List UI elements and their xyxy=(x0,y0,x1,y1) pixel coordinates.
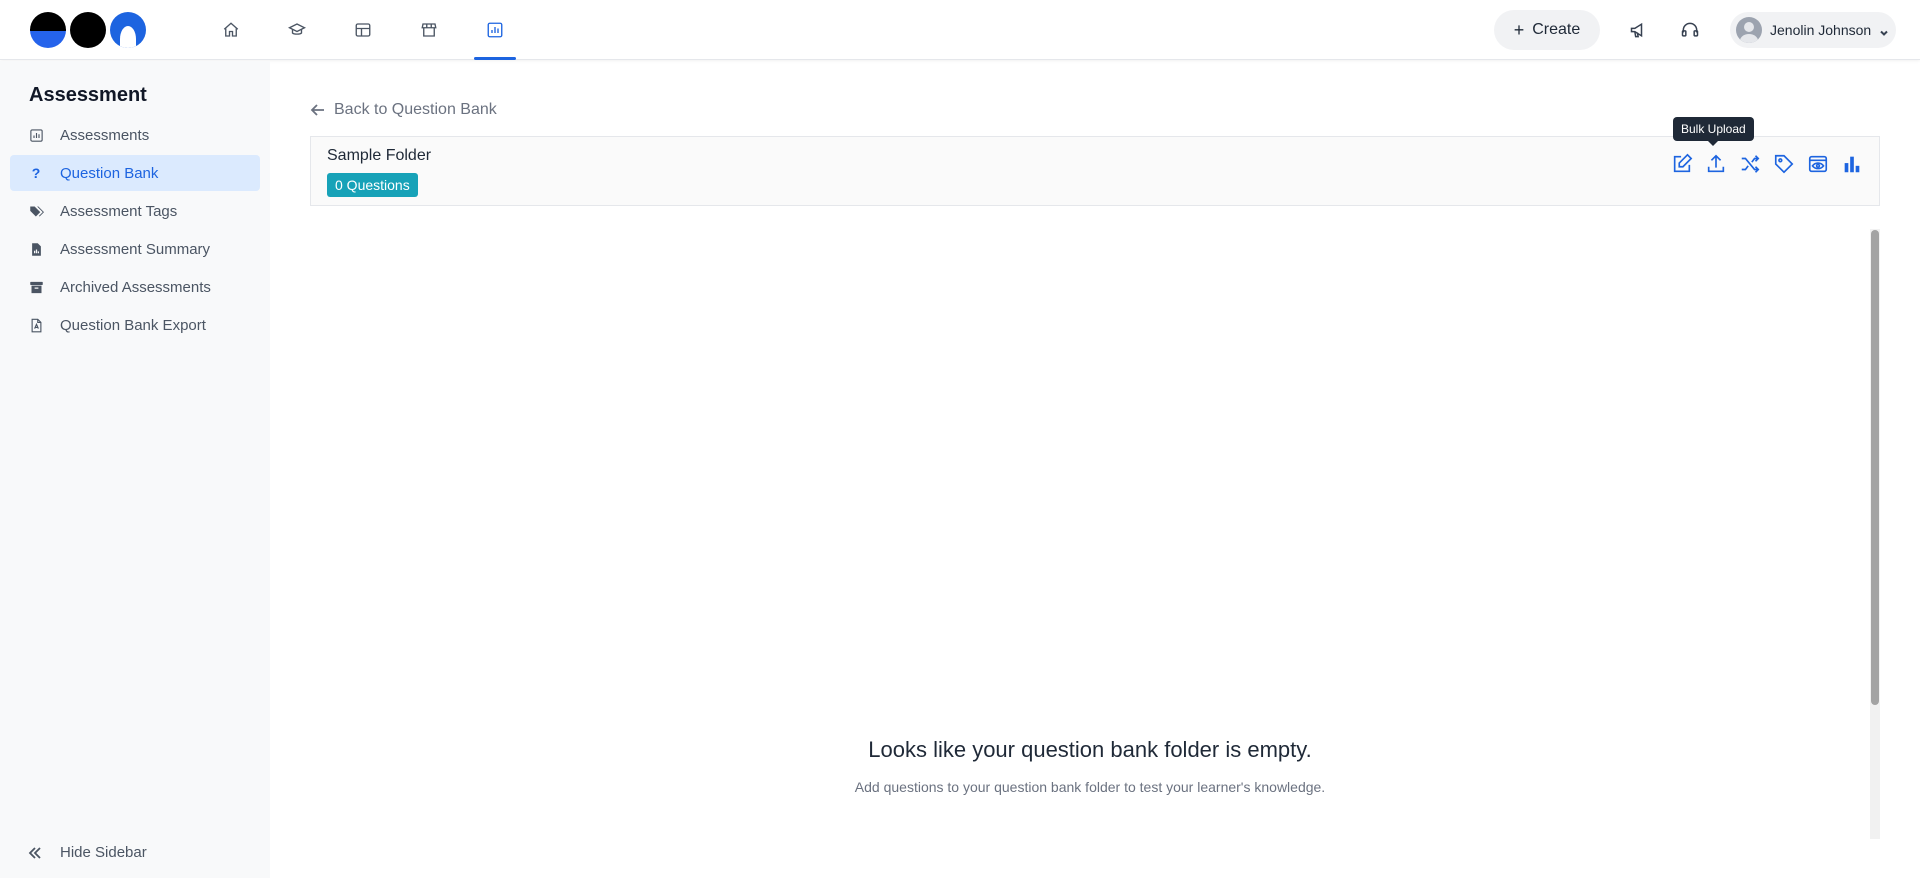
sidebar-item-label: Assessment Summary xyxy=(60,240,211,258)
nav-catalog[interactable] xyxy=(330,0,396,60)
bulk-upload-button[interactable] xyxy=(1699,147,1733,181)
empty-state-subtitle: Add questions to your question bank fold… xyxy=(854,779,1326,795)
chart-square-icon xyxy=(487,22,503,38)
sidebar-title: Assessment xyxy=(29,84,147,106)
top-navigation-bar: + Create Jenolin Johnson xyxy=(0,0,1920,60)
eye-window-icon xyxy=(1808,155,1828,173)
file-pdf-icon xyxy=(28,317,44,333)
edit-icon xyxy=(1673,153,1693,173)
arrow-left-icon xyxy=(310,104,324,116)
layout-icon xyxy=(355,23,371,37)
folder-actions xyxy=(1665,147,1869,181)
store-icon xyxy=(421,23,437,37)
shuffle-icon xyxy=(1741,155,1760,173)
avatar xyxy=(1736,17,1762,43)
sidebar-item-archived-assessments[interactable]: Archived Assessments xyxy=(10,269,260,305)
announcements-button[interactable] xyxy=(1627,18,1651,42)
support-button[interactable] xyxy=(1678,18,1702,42)
hide-sidebar-label: Hide Sidebar xyxy=(60,844,147,861)
sidebar-item-question-bank-export[interactable]: Question Bank Export xyxy=(10,307,260,343)
sidebar-item-label: Archived Assessments xyxy=(60,278,211,296)
create-button[interactable]: + Create xyxy=(1494,10,1600,50)
analytics-button[interactable] xyxy=(1835,147,1869,181)
preview-button[interactable] xyxy=(1801,147,1835,181)
edit-folder-button[interactable] xyxy=(1665,147,1699,181)
upload-icon xyxy=(1707,154,1725,173)
sidebar-item-label: Question Bank xyxy=(60,164,159,182)
back-to-question-bank-link[interactable]: Back to Question Bank xyxy=(310,101,497,119)
chart-icon xyxy=(28,127,44,143)
plus-icon: + xyxy=(1513,20,1525,40)
brand-logo[interactable] xyxy=(30,12,146,48)
sidebar-menu: Assessments ? Question Bank Assessment T… xyxy=(10,117,260,345)
sidebar-item-label: Question Bank Export xyxy=(60,316,206,334)
back-link-label: Back to Question Bank xyxy=(334,101,497,118)
bar-chart-icon xyxy=(1844,156,1860,173)
folder-name: Sample Folder xyxy=(327,147,432,164)
chevron-down-icon xyxy=(1879,25,1889,36)
user-name: Jenolin Johnson xyxy=(1770,22,1872,38)
logo-circle-1 xyxy=(30,12,66,48)
sidebar-item-label: Assessment Tags xyxy=(60,202,178,220)
nav-assessment[interactable] xyxy=(462,0,528,60)
shuffle-button[interactable] xyxy=(1733,147,1767,181)
sidebar-item-assessments[interactable]: Assessments xyxy=(10,117,260,153)
tags-icon xyxy=(28,203,44,219)
home-icon xyxy=(223,22,239,37)
sidebar-item-assessment-summary[interactable]: Assessment Summary xyxy=(10,231,260,267)
logo-circle-3 xyxy=(110,12,146,48)
sidebar-item-label: Assessments xyxy=(60,126,150,144)
double-chevron-left-icon xyxy=(28,846,41,859)
sidebar-item-assessment-tags[interactable]: Assessment Tags xyxy=(10,193,260,229)
bulk-upload-tooltip: Bulk Upload xyxy=(1673,117,1754,146)
sidebar-item-question-bank[interactable]: ? Question Bank xyxy=(10,155,260,191)
tag-icon xyxy=(1774,154,1794,174)
question-count-badge: 0 Questions xyxy=(327,173,418,197)
megaphone-icon xyxy=(1630,22,1643,38)
sidebar: Assessment Assessments ? Question Bank A… xyxy=(0,61,270,878)
nav-learning[interactable] xyxy=(264,0,330,60)
graduation-cap-icon xyxy=(288,23,306,35)
user-menu[interactable]: Jenolin Johnson xyxy=(1730,12,1896,48)
tags-button[interactable] xyxy=(1767,147,1801,181)
hide-sidebar-button[interactable]: Hide Sidebar xyxy=(28,844,147,861)
empty-state-title: Looks like your question bank folder is … xyxy=(868,737,1312,762)
file-chart-icon xyxy=(28,241,44,257)
folder-header-card: Sample Folder 0 Questions xyxy=(310,136,1880,206)
main-nav xyxy=(198,0,528,60)
scrollbar-thumb[interactable] xyxy=(1871,230,1879,705)
archive-icon xyxy=(28,279,44,295)
nav-home[interactable] xyxy=(198,0,264,60)
nav-store[interactable] xyxy=(396,0,462,60)
create-label: Create xyxy=(1532,21,1581,38)
question-icon: ? xyxy=(31,165,41,181)
headset-icon xyxy=(1681,22,1699,37)
logo-circle-2 xyxy=(70,12,106,48)
